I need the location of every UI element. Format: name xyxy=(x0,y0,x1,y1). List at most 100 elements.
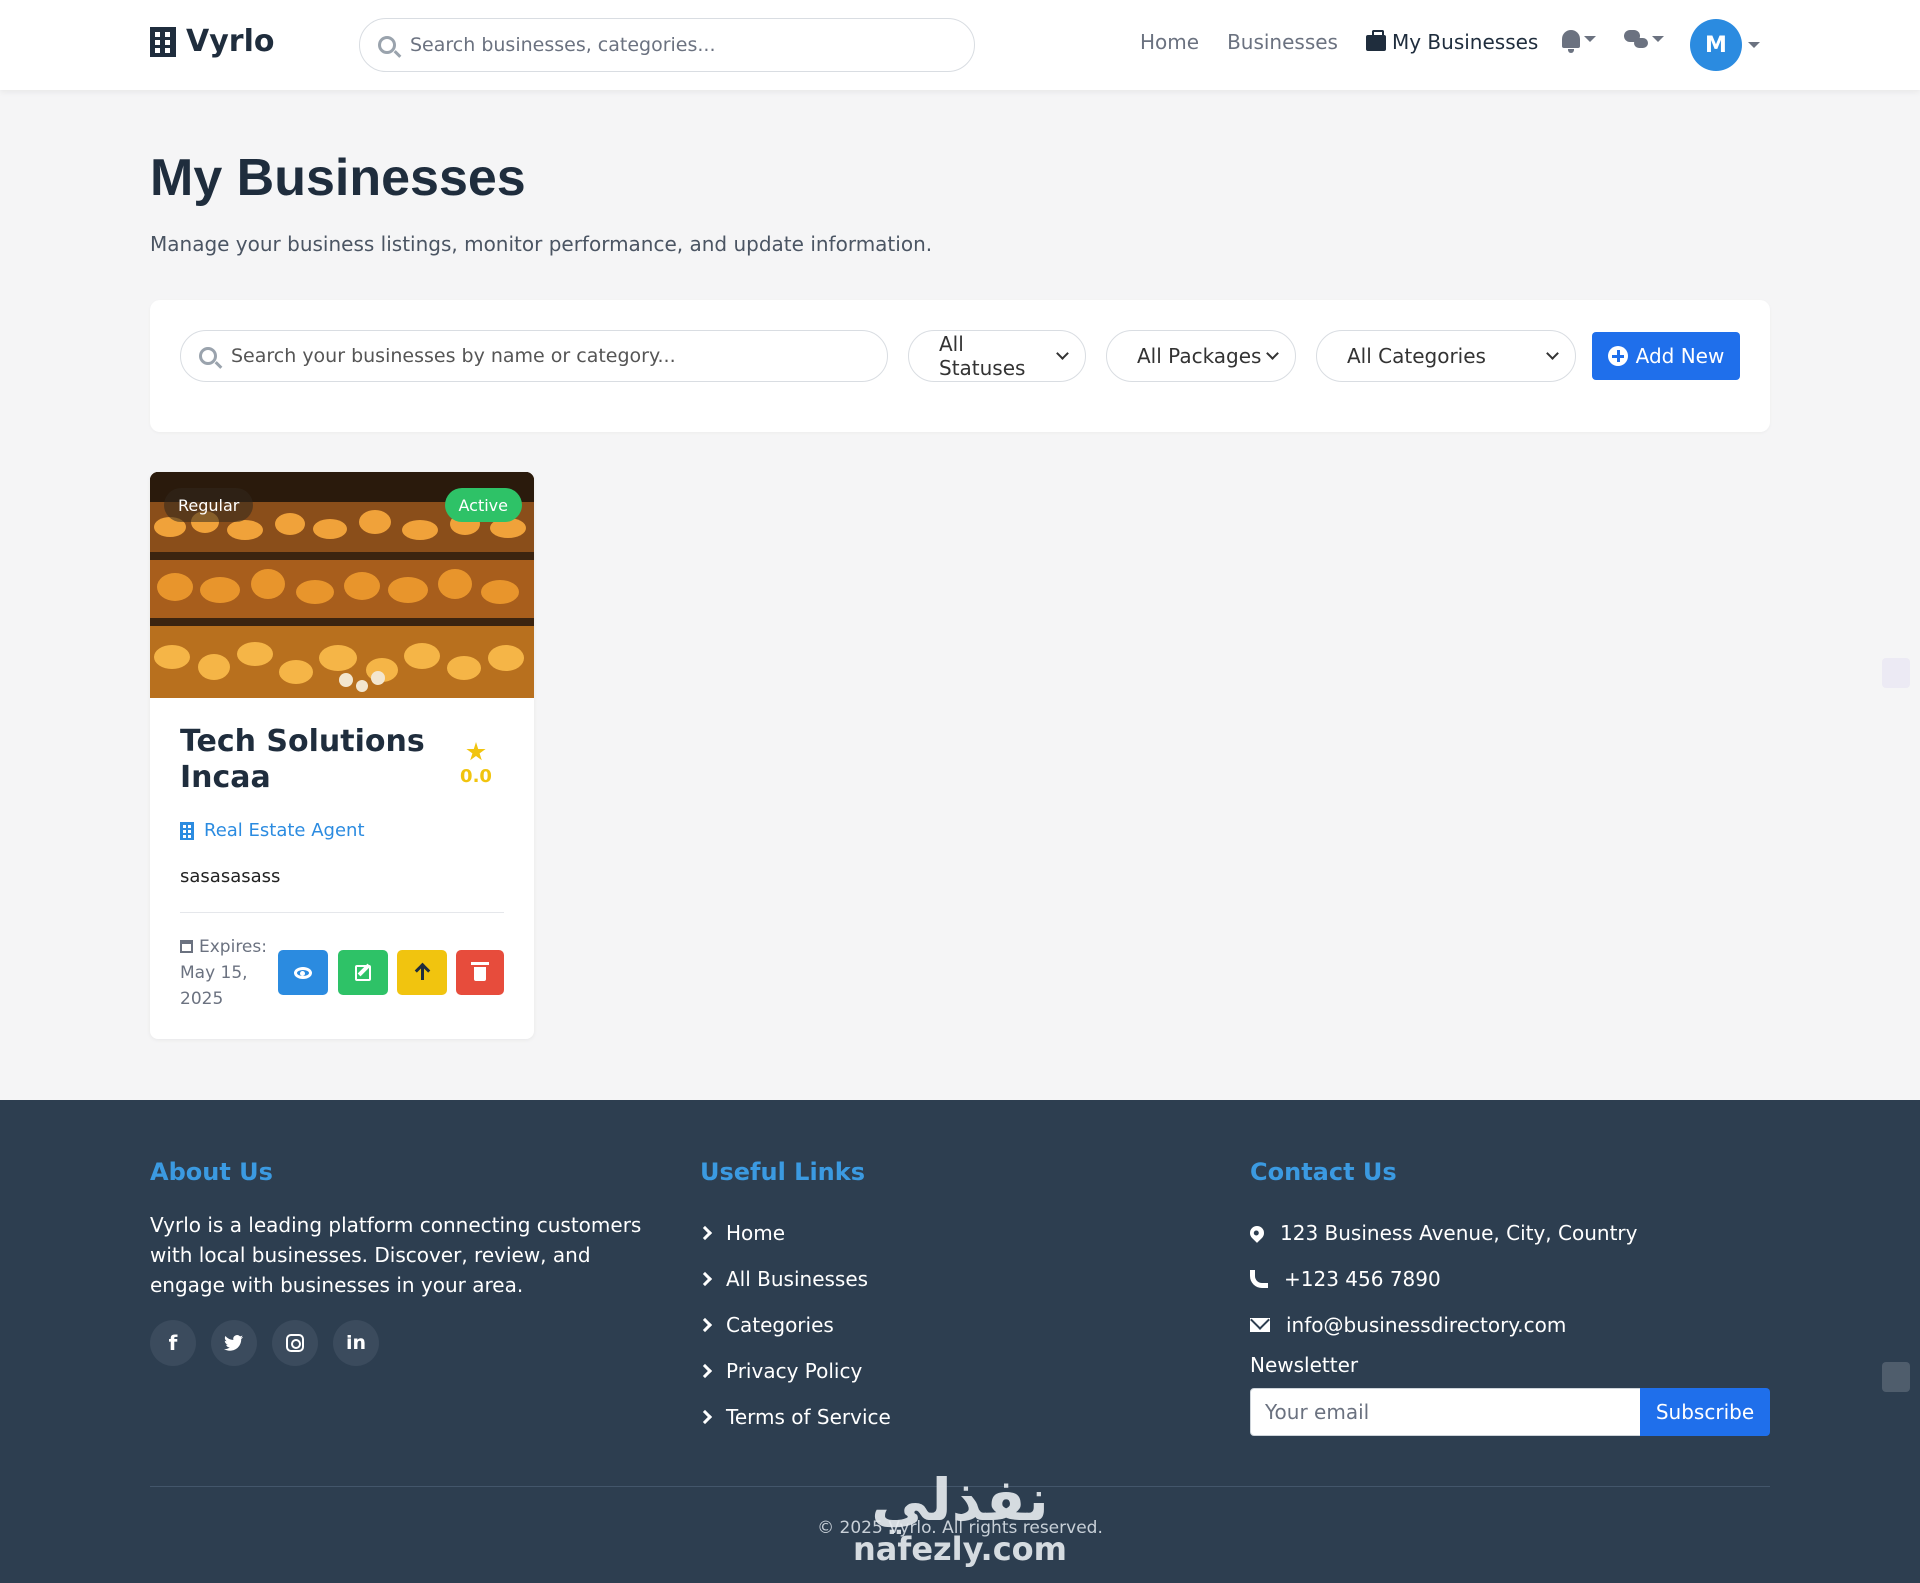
bell-icon xyxy=(1562,30,1580,53)
add-new-button[interactable]: Add New xyxy=(1592,332,1740,380)
nav-links: Home Businesses My Businesses xyxy=(1140,30,1538,54)
watermark-latin: nafezly.com xyxy=(853,1530,1067,1568)
map-pin-icon xyxy=(1247,1223,1267,1243)
business-search-input[interactable] xyxy=(231,345,851,367)
address-text: 123 Business Avenue, City, Country xyxy=(1280,1221,1638,1245)
footer-link-label: Terms of Service xyxy=(726,1405,891,1429)
footer-link-terms[interactable]: Terms of Service xyxy=(697,1394,891,1440)
expiry-info: Expires: May 15, 2025 xyxy=(180,934,280,1012)
linkedin-icon: in xyxy=(345,1332,367,1354)
nav-link-my-businesses-label: My Businesses xyxy=(1391,30,1539,54)
facebook-link[interactable]: f xyxy=(150,1320,196,1366)
business-image[interactable]: Regular Active xyxy=(150,472,534,698)
nafezly-watermark: نفذلي nafezly.com xyxy=(850,1470,1070,1568)
messages-dropdown[interactable] xyxy=(1624,30,1664,48)
chevron-down-icon xyxy=(1546,347,1559,360)
chevron-down-icon xyxy=(1056,347,1069,360)
useful-links-heading: Useful Links xyxy=(700,1158,866,1186)
category-filter-value: All Categories xyxy=(1347,344,1486,368)
business-card: Regular Active Tech Solutions Incaa 0.0 … xyxy=(150,472,534,1039)
status-badge: Active xyxy=(444,488,522,522)
global-search-input[interactable] xyxy=(410,34,930,56)
nav-link-businesses[interactable]: Businesses xyxy=(1227,30,1338,54)
upgrade-button[interactable] xyxy=(397,950,447,995)
contact-phone[interactable]: +123 456 7890 xyxy=(1250,1256,1637,1302)
plus-circle-icon xyxy=(1607,346,1628,366)
business-description: sasasasass xyxy=(180,866,281,887)
chevron-right-icon xyxy=(697,1409,713,1425)
contact-info: 123 Business Avenue, City, Country +123 … xyxy=(1247,1210,1638,1348)
business-name[interactable]: Tech Solutions Incaa xyxy=(180,724,430,796)
add-new-label: Add New xyxy=(1635,344,1725,368)
business-search xyxy=(180,330,888,382)
facebook-icon: f xyxy=(168,1331,178,1355)
footer-link-label: Home xyxy=(726,1221,786,1245)
search-icon xyxy=(199,347,217,365)
caret-down-icon xyxy=(1652,36,1664,42)
side-widget-tab[interactable] xyxy=(1882,1362,1910,1392)
useful-links-list: Home All Businesses Categories Privacy P… xyxy=(697,1210,891,1440)
contact-address: 123 Business Avenue, City, Country xyxy=(1247,1210,1638,1256)
page-subtitle: Manage your business listings, monitor p… xyxy=(150,232,933,256)
newsletter-email-input[interactable] xyxy=(1250,1388,1642,1436)
package-filter-select[interactable]: All Packages xyxy=(1106,330,1296,382)
business-category-label: Real Estate Agent xyxy=(204,820,365,841)
instagram-link[interactable] xyxy=(272,1320,318,1366)
twitter-link[interactable] xyxy=(211,1320,257,1366)
watermark-arabic: نفذلي xyxy=(871,1466,1049,1534)
contact-heading: Contact Us xyxy=(1250,1158,1397,1186)
chevron-right-icon xyxy=(697,1271,713,1287)
view-button[interactable] xyxy=(278,950,328,995)
brand-name: Vyrlo xyxy=(186,24,275,59)
trash-icon xyxy=(471,962,489,981)
envelope-icon xyxy=(1250,1318,1270,1332)
status-filter-select[interactable]: All Statuses xyxy=(908,330,1086,382)
delete-button[interactable] xyxy=(456,950,504,995)
phone-icon xyxy=(1250,1270,1268,1288)
card-divider xyxy=(180,912,504,913)
package-filter-value: All Packages xyxy=(1137,344,1262,368)
footer-link-all-businesses[interactable]: All Businesses xyxy=(697,1256,891,1302)
category-filter-select[interactable]: All Categories xyxy=(1316,330,1576,382)
footer-link-label: Privacy Policy xyxy=(726,1359,863,1383)
arrow-up-icon xyxy=(420,965,424,980)
chevron-right-icon xyxy=(697,1225,713,1241)
edit-button[interactable] xyxy=(338,950,388,995)
nav-link-my-businesses[interactable]: My Businesses xyxy=(1365,30,1539,54)
global-search xyxy=(359,18,975,72)
building-icon xyxy=(180,821,194,840)
calendar-icon xyxy=(180,940,193,953)
linkedin-link[interactable]: in xyxy=(333,1320,379,1366)
rating-value: 0.0 xyxy=(460,766,492,787)
package-badge: Regular xyxy=(164,488,254,522)
building-icon xyxy=(150,26,176,57)
contact-email[interactable]: info@businessdirectory.com xyxy=(1250,1302,1637,1348)
footer-link-home[interactable]: Home xyxy=(697,1210,891,1256)
footer-link-categories[interactable]: Categories xyxy=(697,1302,891,1348)
user-avatar[interactable]: M xyxy=(1690,19,1742,71)
caret-down-icon xyxy=(1584,36,1596,42)
search-icon xyxy=(378,36,396,54)
email-text: info@businessdirectory.com xyxy=(1286,1313,1567,1337)
status-filter-value: All Statuses xyxy=(939,332,1026,380)
briefcase-icon xyxy=(1365,30,1386,51)
expires-date: May 15, 2025 xyxy=(180,963,248,1009)
subscribe-button[interactable]: Subscribe xyxy=(1640,1388,1770,1436)
filter-bar: All Statuses All Packages All Categories… xyxy=(150,300,1770,432)
navbar: Vyrlo Home Businesses My Businesses M xyxy=(0,0,1920,90)
about-heading: About Us xyxy=(150,1158,273,1186)
business-category[interactable]: Real Estate Agent xyxy=(180,820,365,841)
side-widget-tab[interactable] xyxy=(1882,658,1910,688)
footer-link-privacy[interactable]: Privacy Policy xyxy=(697,1348,891,1394)
footer-link-label: Categories xyxy=(726,1313,834,1337)
expires-label: Expires: xyxy=(199,937,267,957)
footer-link-label: All Businesses xyxy=(726,1267,869,1291)
user-menu-caret-icon[interactable] xyxy=(1748,42,1760,48)
nav-link-home[interactable]: Home xyxy=(1140,30,1199,54)
notifications-dropdown[interactable] xyxy=(1562,30,1596,53)
phone-text: +123 456 7890 xyxy=(1284,1267,1441,1291)
brand-logo[interactable]: Vyrlo xyxy=(150,24,274,59)
star-icon xyxy=(466,742,486,761)
edit-icon xyxy=(355,964,371,981)
business-rating: 0.0 xyxy=(456,742,496,787)
